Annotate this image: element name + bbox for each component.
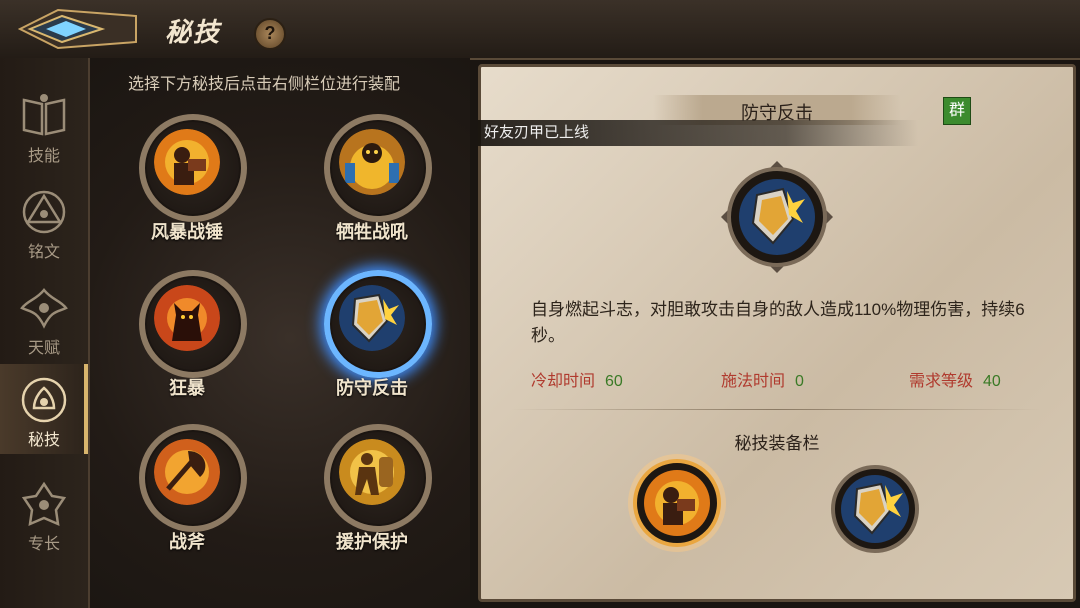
nav-label: 专长 xyxy=(27,536,60,553)
instruction-text: 选择下方秘技后点击右侧栏位进行装配 xyxy=(128,76,401,93)
level-req-stat: 需求等级 40 xyxy=(909,367,1001,391)
stat-label: 需求等级 xyxy=(909,373,974,390)
roar-icon xyxy=(339,129,405,195)
top-bar: 秘技 ? xyxy=(0,0,1080,60)
nav-label: 技能 xyxy=(27,148,60,165)
skill-name: 狂暴 xyxy=(169,378,205,398)
cast-time-stat: 施法时间 0 xyxy=(721,367,804,391)
nav-item-secret-skills[interactable]: 秘技 xyxy=(0,364,88,454)
stat-value: 60 xyxy=(605,373,623,390)
triangle-rune-icon xyxy=(22,190,66,234)
stat-value: 0 xyxy=(795,373,804,390)
nav-item-talents[interactable]: 天赋 xyxy=(0,272,88,362)
divider xyxy=(511,409,1041,410)
skill-name: 风暴战锤 xyxy=(151,222,223,242)
berserk-icon xyxy=(154,285,220,351)
nav-item-specialty[interactable]: 专长 xyxy=(0,468,88,558)
skill-icon-frame xyxy=(139,424,247,532)
nav-label: 秘技 xyxy=(27,432,60,449)
skill-sacrifice-roar[interactable]: 牺牲战吼 xyxy=(302,114,442,254)
skill-list-panel: 选择下方秘技后点击右侧栏位进行装配 风暴战锤 牺牲战吼 狂暴 防守反击 战斧 援… xyxy=(90,58,470,608)
nav-item-skills[interactable]: 技能 xyxy=(0,80,88,170)
talent-icon xyxy=(20,288,68,329)
side-nav: 技能 铭文 天赋 秘技 专长 xyxy=(0,58,90,608)
stat-label: 冷却时间 xyxy=(531,373,596,390)
axe-icon xyxy=(154,439,220,505)
skill-battle-axe[interactable]: 战斧 xyxy=(117,424,257,564)
skill-icon-frame xyxy=(139,114,247,222)
skill-storm-hammer[interactable]: 风暴战锤 xyxy=(117,114,257,254)
stat-label: 施法时间 xyxy=(721,373,786,390)
back-arrow-icon[interactable] xyxy=(18,6,138,52)
guard-icon xyxy=(339,439,405,505)
nav-item-inscriptions[interactable]: 铭文 xyxy=(0,176,88,266)
page-title: 秘技 xyxy=(165,17,222,47)
cooldown-stat: 冷却时间 60 xyxy=(531,367,623,391)
shield-icon xyxy=(339,285,405,351)
skill-berserk[interactable]: 狂暴 xyxy=(117,270,257,410)
skill-description: 自身燃起斗志，对胆敢攻击自身的敌人造成110%物理伤害，持续6秒。 xyxy=(531,300,1025,345)
nav-label: 铭文 xyxy=(27,244,60,261)
skill-name: 援护保护 xyxy=(336,532,408,552)
friend-online-toast: 好友刃甲已上线 xyxy=(478,120,918,146)
equip-slot-1[interactable] xyxy=(627,453,727,553)
book-icon xyxy=(22,94,66,136)
nav-label: 天赋 xyxy=(27,340,60,357)
skill-icon-frame xyxy=(324,114,432,222)
skill-name: 战斧 xyxy=(169,532,205,552)
skill-icon-frame xyxy=(139,270,247,378)
help-button[interactable]: ? xyxy=(254,18,286,50)
skill-name: 牺牲战吼 xyxy=(336,222,408,242)
hammer-icon xyxy=(154,129,220,195)
secret-skill-icon xyxy=(21,377,67,423)
skill-icon-frame xyxy=(324,270,432,378)
group-badge: 群 xyxy=(943,97,971,125)
specialty-icon xyxy=(21,481,67,527)
equip-bar-title: 秘技装备栏 xyxy=(734,434,820,453)
shield-icon xyxy=(721,161,833,273)
stat-value: 40 xyxy=(983,373,1001,390)
skill-counter-defense[interactable]: 防守反击 xyxy=(302,270,442,410)
skill-icon-frame xyxy=(324,424,432,532)
skill-guard-protect[interactable]: 援护保护 xyxy=(302,424,442,564)
skill-name: 防守反击 xyxy=(336,378,408,398)
equip-slot-2[interactable] xyxy=(825,459,925,559)
